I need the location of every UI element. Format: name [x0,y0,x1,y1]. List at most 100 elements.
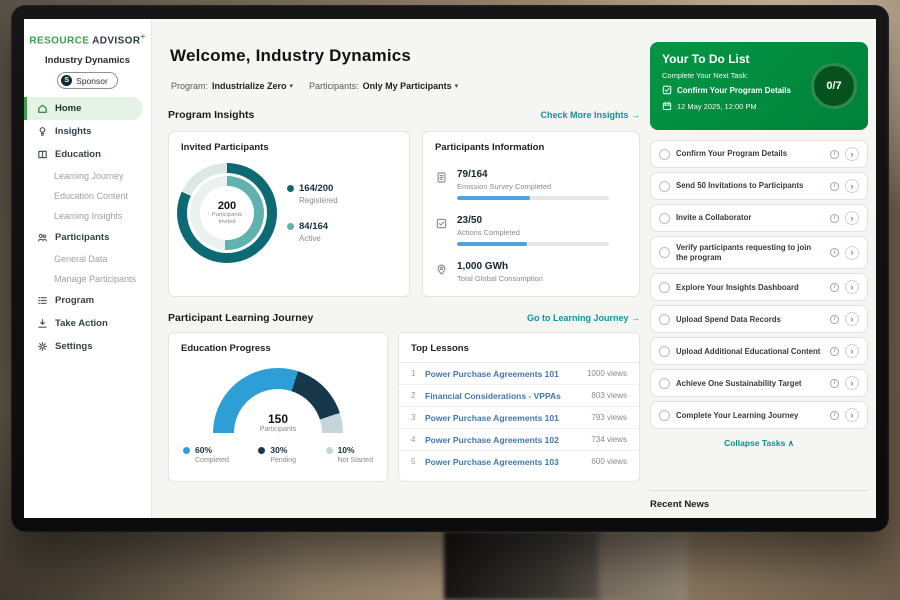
info-icon[interactable]: i [830,411,839,420]
lesson-link[interactable]: Power Purchase Agreements 103 [425,457,591,467]
logo-advisor: ADVISOR [92,35,140,46]
task-checkbox[interactable] [659,282,670,293]
chevron-right-icon[interactable]: › [845,147,859,161]
chevron-right-icon[interactable]: › [845,211,859,225]
sidebar-item-insights[interactable]: Insights [24,120,151,143]
sponsor-badge[interactable]: S Sponsor [57,72,118,89]
chevron-right-icon[interactable]: › [845,312,859,326]
stat-value: 23/50 [457,215,609,226]
info-icon[interactable]: i [830,214,839,223]
collapse-label: Collapse Tasks [724,438,785,448]
task-label: Explore Your Insights Dashboard [676,283,824,293]
lesson-link[interactable]: Power Purchase Agreements 101 [425,369,587,379]
lesson-link[interactable]: Power Purchase Agreements 101 [425,413,591,423]
checklist-icon [435,215,448,246]
info-icon[interactable]: i [830,379,839,388]
chevron-right-icon[interactable]: › [845,280,859,294]
lesson-rank: 4 [411,435,425,444]
chevron-right-icon[interactable]: › [845,408,859,422]
task-row-explore-insights[interactable]: Explore Your Insights Dashboard i › [650,273,868,301]
info-icon[interactable]: i [830,315,839,324]
chevron-right-icon[interactable]: › [845,344,859,358]
chevron-right-icon[interactable]: › [845,376,859,390]
task-checkbox[interactable] [659,378,670,389]
participants-filter[interactable]: Participants: Only My Participants ▾ [309,81,458,91]
program-filter[interactable]: Program: Industrialize Zero ▾ [171,81,293,91]
app-logo: RESOURCE ADVISOR+ [24,19,151,46]
link-label: Check More Insights [540,110,628,120]
section-title: Participant Learning Journey [168,312,313,324]
sidebar-item-general-data[interactable]: General Data [24,249,151,269]
legend-value: 60% [195,445,212,455]
info-icon[interactable]: i [830,182,839,191]
task-checkbox[interactable] [659,213,670,224]
lesson-views: 793 views [591,413,627,422]
participants-filter-value: Only My Participants [363,81,452,91]
program-insights-section-header: Program Insights Check More Insights → [168,109,640,121]
gauge-center: 150 Participants [213,412,343,433]
task-label: Complete Your Learning Journey [676,411,824,421]
lesson-link[interactable]: Financial Considerations - VPPAs [425,391,591,401]
lesson-views: 734 views [591,435,627,444]
stat-label: Emission Survey Completed [457,182,609,191]
progress-bar [457,242,609,246]
task-checkbox[interactable] [659,410,670,421]
collapse-tasks-link[interactable]: Collapse Tasks ∧ [650,438,868,449]
education-progress-card: Education Progress 150 Participants 60% … [168,332,388,482]
sponsor-label: Sponsor [76,76,108,86]
info-icon[interactable]: i [830,347,839,356]
lesson-row: 3 Power Purchase Agreements 101 793 view… [399,407,639,429]
legend-completed: 60% Completed [183,445,229,464]
lesson-row: 4 Power Purchase Agreements 102 734 view… [399,429,639,451]
download-icon [37,318,48,329]
sidebar-item-take-action[interactable]: Take Action [24,312,151,335]
progress-bar [457,196,609,200]
info-icon[interactable]: i [830,248,839,257]
sidebar-item-home[interactable]: Home [24,97,143,120]
card-title: Invited Participants [169,132,409,159]
sidebar-item-manage-participants[interactable]: Manage Participants [24,269,151,289]
info-icon[interactable]: i [830,283,839,292]
education-legend: 60% Completed 30% Pending 10% Not Starte… [169,433,387,464]
todo-next-task: Confirm Your Program Details [662,85,802,95]
task-row-send-invitations[interactable]: Send 50 Invitations to Participants i › [650,172,868,200]
task-row-upload-educational-content[interactable]: Upload Additional Educational Content i … [650,337,868,365]
check-more-insights-link[interactable]: Check More Insights → [540,110,640,120]
legend-label: Pending [270,457,296,464]
task-row-achieve-sustainability-target[interactable]: Achieve One Sustainability Target i › [650,369,868,397]
lesson-views: 600 views [591,457,627,466]
gauge-label: Participants [213,426,343,433]
task-row-complete-learning-journey[interactable]: Complete Your Learning Journey i › [650,401,868,429]
sidebar-item-program[interactable]: Program [24,289,151,312]
task-checkbox[interactable] [659,346,670,357]
chevron-right-icon[interactable]: › [845,179,859,193]
go-to-learning-journey-link[interactable]: Go to Learning Journey → [527,313,640,323]
invited-participants-card: Invited Participants 200 Participants In… [168,131,410,297]
lesson-link[interactable]: Power Purchase Agreements 102 [425,435,591,445]
task-checkbox[interactable] [659,247,670,258]
donut-center-value: 200 [218,200,236,212]
gauge-value: 150 [213,412,343,426]
task-label: Achieve One Sustainability Target [676,379,824,389]
task-checkbox[interactable] [659,314,670,325]
sidebar-item-label: Settings [55,341,92,352]
sidebar-item-settings[interactable]: Settings [24,335,151,358]
task-row-invite-collaborator[interactable]: Invite a Collaborator i › [650,204,868,232]
task-checkbox[interactable] [659,181,670,192]
todo-task-list: Confirm Your Program Details i › Send 50… [650,140,868,429]
card-title: Participants Information [423,132,639,159]
sidebar-item-education[interactable]: Education [24,143,151,166]
sidebar-item-learning-journey[interactable]: Learning Journey [24,166,151,186]
sidebar-item-learning-insights[interactable]: Learning Insights [24,206,151,226]
task-checkbox[interactable] [659,149,670,160]
chevron-right-icon[interactable]: › [845,246,859,260]
logo-resource: RESOURCE [29,35,89,46]
info-icon[interactable]: i [830,150,839,159]
top-lessons-card: Top Lessons 1 Power Purchase Agreements … [398,332,640,482]
task-row-verify-participants[interactable]: Verify participants requesting to join t… [650,236,868,269]
sidebar-item-participants[interactable]: Participants [24,226,151,249]
task-row-upload-spend-data[interactable]: Upload Spend Data Records i › [650,305,868,333]
task-row-confirm-program[interactable]: Confirm Your Program Details i › [650,140,868,168]
sidebar-item-education-content[interactable]: Education Content [24,186,151,206]
donut-center-label-1: Participants [212,212,242,218]
